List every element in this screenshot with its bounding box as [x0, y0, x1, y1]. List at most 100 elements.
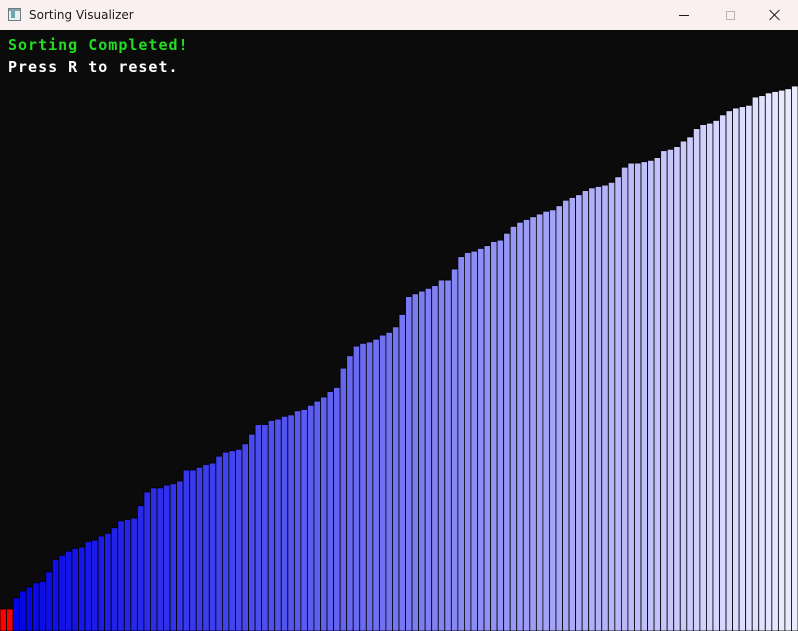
bar — [51, 559, 60, 631]
bar — [699, 124, 707, 631]
bar — [45, 571, 53, 631]
bar — [339, 367, 348, 631]
bar — [300, 409, 308, 631]
bar — [293, 410, 302, 631]
bar — [156, 487, 164, 631]
bar — [516, 221, 524, 631]
bar — [169, 483, 178, 631]
bar — [12, 597, 21, 631]
bar — [25, 586, 34, 631]
bar — [758, 95, 766, 631]
bar — [241, 443, 249, 631]
bar — [411, 293, 420, 631]
bar — [457, 256, 465, 631]
bar — [660, 150, 668, 631]
bar — [359, 342, 367, 631]
close-icon — [769, 9, 781, 21]
bar — [221, 451, 230, 631]
bar — [444, 279, 452, 631]
app-window-icon — [8, 8, 21, 21]
bar — [607, 181, 616, 631]
bar — [208, 462, 217, 631]
bar — [542, 210, 550, 631]
bar — [104, 532, 112, 631]
bar — [686, 136, 694, 631]
bar — [248, 433, 256, 631]
bar — [784, 88, 792, 631]
bar-highlighted — [0, 608, 7, 631]
bar — [71, 548, 79, 631]
close-button[interactable] — [752, 0, 798, 30]
bar — [562, 199, 570, 631]
bar — [745, 104, 753, 631]
bar — [123, 519, 132, 631]
bar — [640, 161, 648, 631]
bar — [352, 345, 361, 631]
bar — [503, 232, 511, 631]
bar — [725, 110, 733, 631]
bar — [228, 450, 236, 631]
bar — [91, 539, 99, 631]
bar — [549, 209, 557, 631]
title-bar[interactable]: Sorting Visualizer — [0, 0, 798, 30]
bar — [764, 92, 773, 631]
bar — [176, 480, 184, 631]
bar — [274, 418, 282, 631]
bar — [555, 205, 563, 631]
minimize-button[interactable] — [661, 0, 707, 30]
bar — [398, 314, 406, 631]
bar — [437, 279, 446, 631]
bar — [431, 285, 439, 631]
bar — [581, 190, 590, 631]
bar — [385, 331, 393, 631]
status-hint: Press R to reset. — [8, 58, 179, 76]
bar — [97, 535, 106, 631]
bar — [666, 148, 675, 631]
bar — [32, 582, 40, 631]
bar — [522, 219, 531, 631]
bar — [261, 424, 269, 631]
bar — [202, 464, 210, 631]
bar — [150, 487, 158, 631]
bar — [627, 162, 635, 631]
bar — [254, 424, 263, 631]
bar — [601, 184, 609, 631]
bar — [490, 241, 498, 631]
bar — [333, 386, 341, 631]
maximize-button[interactable] — [707, 0, 753, 30]
bar — [477, 247, 485, 631]
bar — [751, 96, 760, 631]
bar — [777, 89, 786, 631]
bar — [575, 194, 583, 631]
bar — [117, 520, 125, 631]
bar — [163, 484, 171, 631]
bar — [424, 287, 433, 631]
bar — [529, 216, 537, 631]
bar — [346, 355, 354, 631]
bar — [84, 541, 92, 631]
bar — [19, 590, 27, 631]
visualizer-canvas[interactable]: Sorting Completed! Press R to reset. — [0, 30, 798, 631]
bar — [267, 420, 276, 631]
minimize-icon — [679, 14, 689, 16]
bar — [791, 85, 798, 631]
bar — [235, 448, 243, 631]
bar — [692, 128, 701, 631]
bar — [673, 146, 681, 631]
bar — [313, 400, 321, 631]
bar — [326, 391, 334, 631]
bar — [509, 225, 518, 631]
bar — [136, 505, 145, 631]
bar — [65, 550, 73, 631]
bar — [418, 290, 426, 631]
bar — [195, 466, 204, 631]
bar — [496, 239, 505, 631]
bar — [307, 404, 315, 631]
bar — [405, 296, 413, 631]
bar — [182, 469, 191, 631]
bar — [634, 162, 642, 631]
bar — [130, 517, 138, 631]
bar — [215, 455, 223, 631]
bar — [771, 91, 779, 631]
app-window: Sorting Visualizer Sorting Completed! Pr… — [0, 0, 798, 631]
